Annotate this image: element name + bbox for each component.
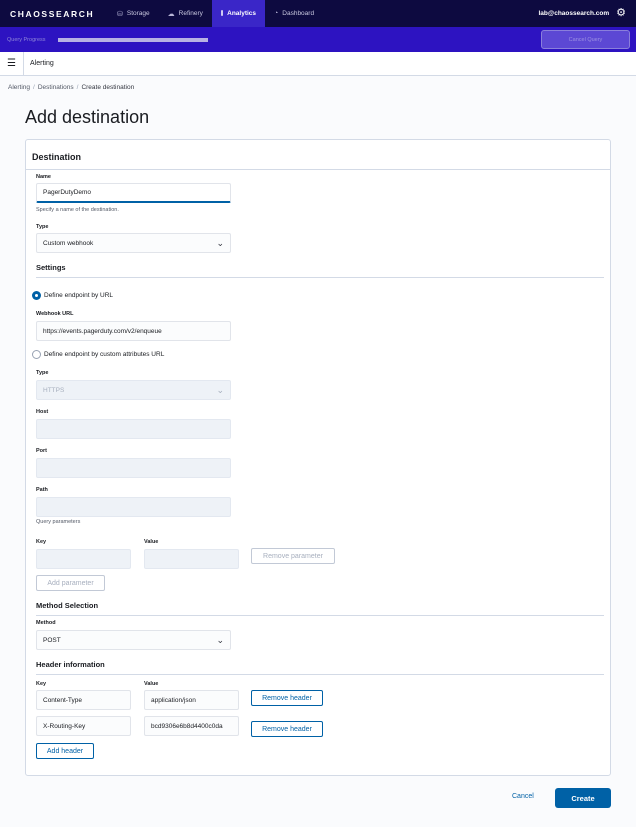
breadcrumb-destinations[interactable]: Destinations <box>38 84 74 91</box>
breadcrumb-current: Create destination <box>81 84 135 91</box>
method-select[interactable]: POST ⌄ <box>36 630 231 650</box>
header-value-label: Value <box>144 681 159 687</box>
page-title: Add destination <box>25 107 150 127</box>
type-label: Type <box>36 224 49 230</box>
webhook-url-input[interactable]: https://events.pagerduty.com/v2/enqueue <box>36 321 231 341</box>
cancel-query-button[interactable]: Cancel Query <box>541 30 630 49</box>
brand-logo[interactable]: CHAOSSEARCH <box>10 9 108 19</box>
remove-parameter-button: Remove parameter <box>251 548 335 564</box>
nav-tab-dashboard[interactable]: ◔ Dashboard <box>265 0 323 27</box>
analytics-icon: ⫾ <box>220 9 224 17</box>
query-progress-label: Query Progress <box>7 36 46 43</box>
divider <box>26 169 610 170</box>
sub-header: ☰ Alerting <box>0 51 636 76</box>
path-label: Path <box>36 487 48 493</box>
header-value-input[interactable]: application/json <box>144 690 239 710</box>
param-value-label: Value <box>144 539 159 545</box>
divider <box>36 674 604 675</box>
progress-track <box>58 37 208 42</box>
settings-title: Settings <box>36 263 66 272</box>
radio-unselected-icon <box>32 350 41 359</box>
destination-panel: Destination Name PagerDutyDemo Specify a… <box>25 139 611 776</box>
type-select[interactable]: Custom webhook ⌄ <box>36 233 231 253</box>
param-value-input <box>144 549 239 569</box>
param-key-label: Key <box>36 539 47 545</box>
method-label: Method <box>36 620 56 626</box>
host-input <box>36 419 231 439</box>
destination-title: Destination <box>32 152 82 162</box>
protocol-type-label: Type <box>36 370 49 376</box>
remove-header-button[interactable]: Remove header <box>251 721 323 737</box>
radio-endpoint-url-label: Define endpoint by URL <box>44 292 114 299</box>
port-input <box>36 458 231 478</box>
protocol-type-value: HTTPS <box>43 386 65 394</box>
header-key-label: Key <box>36 681 47 687</box>
add-header-button[interactable]: Add header <box>36 743 94 759</box>
divider <box>36 277 604 278</box>
storage-icon: ⛁ <box>117 10 123 18</box>
query-parameters-help: Query parameters <box>36 519 81 525</box>
name-label: Name <box>36 174 51 180</box>
top-navigation: CHAOSSEARCH ⛁ Storage ☁ Refinery ⫾ Analy… <box>0 0 636 27</box>
param-key-input <box>36 549 131 569</box>
dashboard-icon: ◔ <box>274 10 279 17</box>
protocol-type-select: HTTPS ⌄ <box>36 380 231 400</box>
port-label: Port <box>36 448 47 454</box>
nav-tab-analytics[interactable]: ⫾ Analytics <box>211 0 266 27</box>
name-input[interactable]: PagerDutyDemo <box>36 183 231 203</box>
radio-endpoint-custom-label: Define endpoint by custom attributes URL <box>44 351 165 358</box>
nav-tab-label: Analytics <box>227 10 257 17</box>
breadcrumb-alerting[interactable]: Alerting <box>8 84 30 91</box>
refinery-icon: ☁ <box>167 10 175 18</box>
gear-icon[interactable]: ⚙ <box>616 8 626 19</box>
nav-user-area: lab@chaossearch.com ⚙ <box>538 8 626 19</box>
method-section-title: Method Selection <box>36 601 99 610</box>
progress-fill <box>58 37 208 42</box>
query-progress-bar: Query Progress Cancel Query <box>0 27 636 52</box>
nav-tab-label: Refinery <box>178 10 203 17</box>
remove-header-button[interactable]: Remove header <box>251 690 323 706</box>
radio-selected-icon <box>32 291 41 300</box>
add-parameter-button: Add parameter <box>36 575 105 591</box>
nav-tab-label: Dashboard <box>282 10 315 17</box>
method-select-value: POST <box>43 636 61 644</box>
breadcrumb: Alerting / Destinations / Create destination <box>8 84 135 91</box>
path-input <box>36 497 231 517</box>
radio-endpoint-custom[interactable]: Define endpoint by custom attributes URL <box>32 350 164 359</box>
header-key-input[interactable]: Content-Type <box>36 690 131 710</box>
nav-tab-refinery[interactable]: ☁ Refinery <box>159 0 212 27</box>
nav-tab-storage[interactable]: ⛁ Storage <box>108 0 159 27</box>
divider <box>36 615 604 616</box>
header-key-input[interactable]: X-Routing-Key <box>36 716 131 736</box>
radio-endpoint-url[interactable]: Define endpoint by URL <box>32 291 113 300</box>
create-button[interactable]: Create <box>555 788 611 808</box>
header-info-title: Header information <box>36 660 105 669</box>
nav-tab-label: Storage <box>126 10 150 17</box>
chevron-down-icon: ⌄ <box>216 384 224 395</box>
menu-icon[interactable]: ☰ <box>0 51 24 76</box>
host-label: Host <box>36 409 49 415</box>
webhook-url-label: Webhook URL <box>36 311 74 317</box>
chevron-down-icon: ⌄ <box>216 237 224 248</box>
name-help-text: Specify a name of the destination. <box>36 207 119 213</box>
header-value-input[interactable]: bcd9306e6b8d4400c0da <box>144 716 239 736</box>
user-email[interactable]: lab@chaossearch.com <box>538 10 609 17</box>
cancel-button[interactable]: Cancel <box>512 793 534 800</box>
type-select-value: Custom webhook <box>43 239 94 247</box>
section-title: Alerting <box>30 60 54 67</box>
chevron-down-icon: ⌄ <box>216 634 224 645</box>
